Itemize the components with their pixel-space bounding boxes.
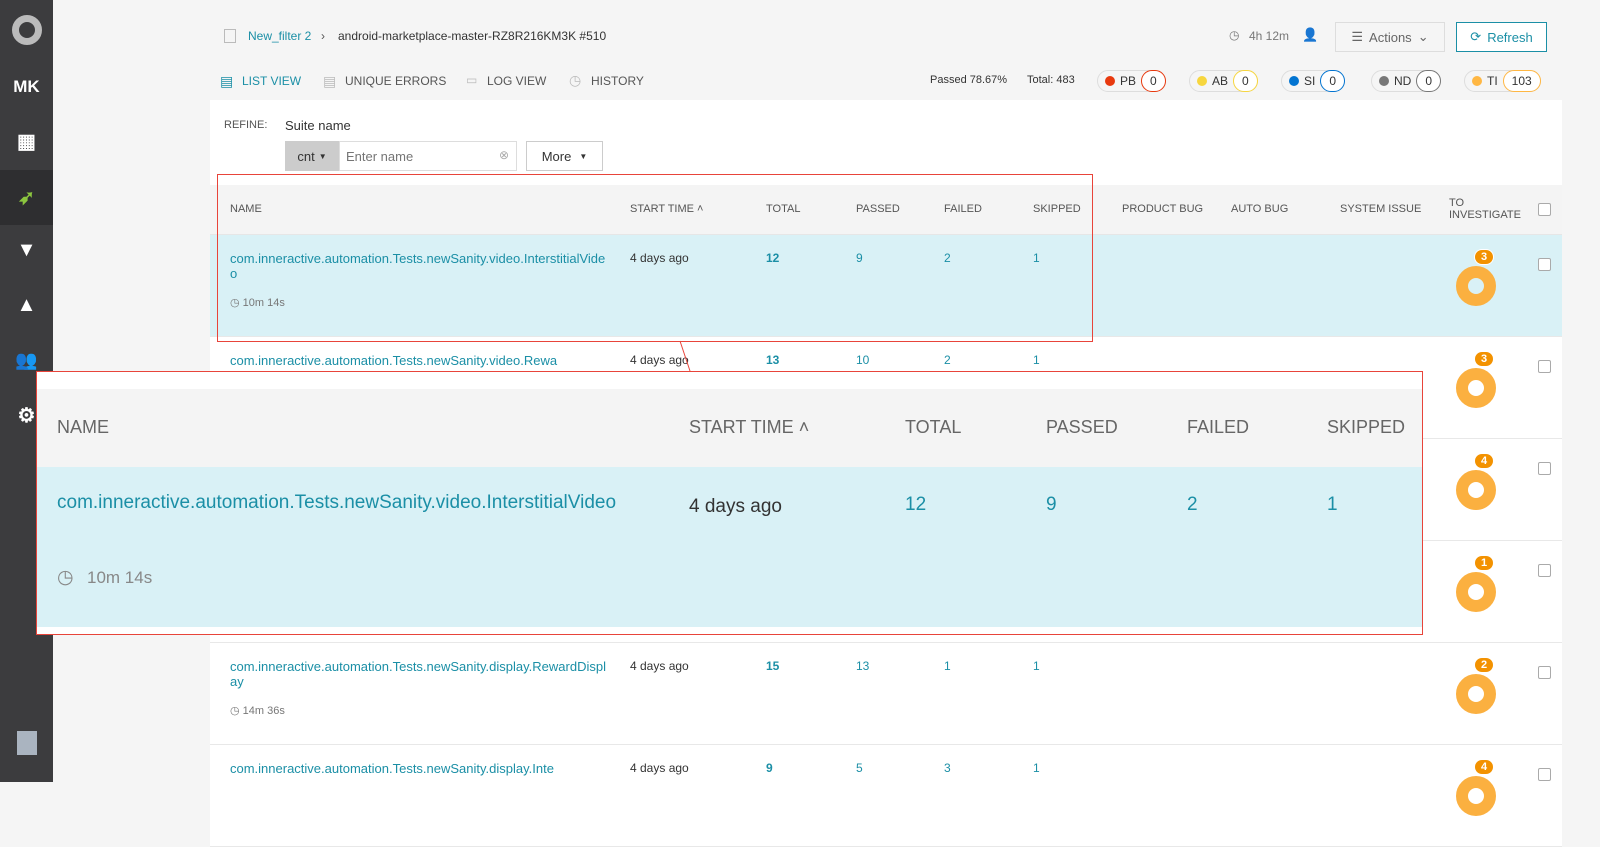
- callout-duration: 10m 14s: [87, 568, 153, 587]
- callout-passed: 9: [1046, 494, 1057, 515]
- to-investigate-donut-icon[interactable]: [1456, 776, 1496, 816]
- callout-col-failed: FAILED: [1187, 417, 1250, 437]
- callout-col-start-time: START TIME ˄: [689, 417, 810, 437]
- callout-skipped: 1: [1327, 494, 1338, 515]
- zoom-callout: NAME START TIME ˄ TOTAL PASSED FAILED SK…: [36, 371, 1423, 635]
- callout-col-skipped: SKIPPED: [1327, 417, 1406, 437]
- callout-clock-icon: ◷: [57, 567, 74, 588]
- callout-col-passed: PASSED: [1046, 417, 1118, 437]
- callout-total: 12: [905, 494, 927, 515]
- callout-col-total: TOTAL: [905, 417, 962, 437]
- callout-col-name: NAME: [57, 417, 110, 437]
- callout-suite-name: com.inneractive.automation.Tests.newSani…: [57, 492, 617, 513]
- callout-start-time: 4 days ago: [689, 496, 782, 517]
- callout-failed: 2: [1187, 494, 1198, 515]
